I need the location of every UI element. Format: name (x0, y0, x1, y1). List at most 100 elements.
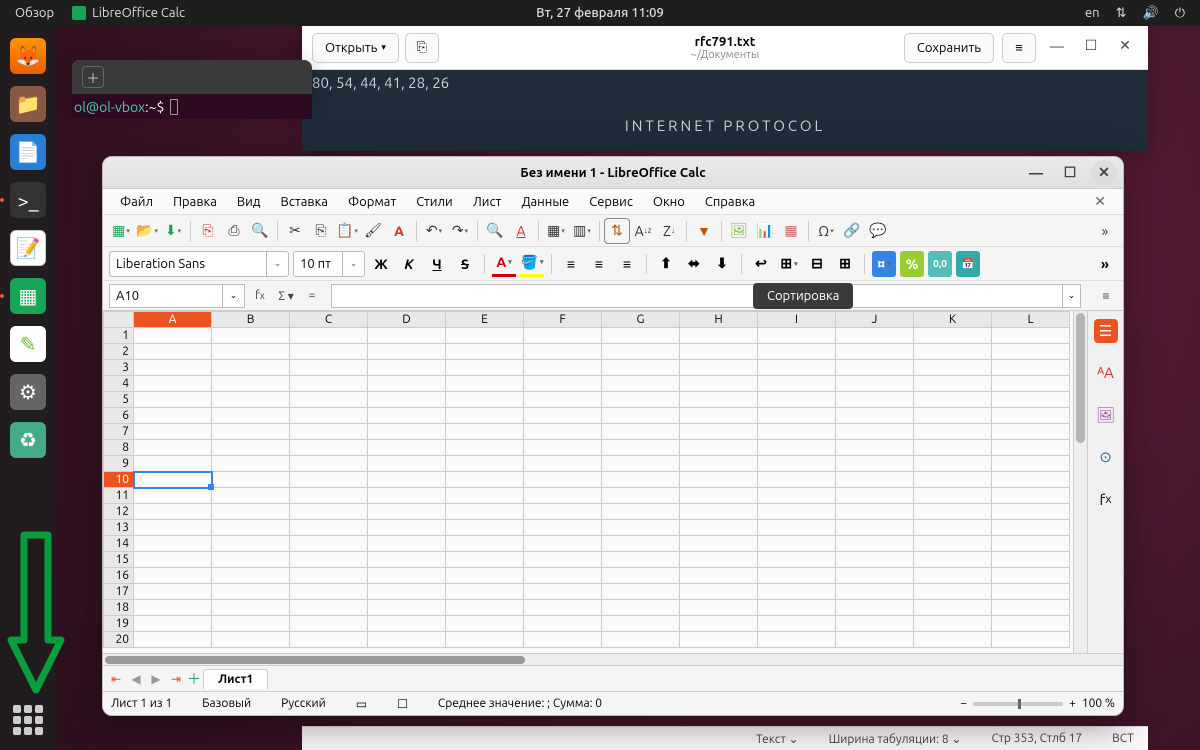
paste-button[interactable]: 📋 (335, 219, 359, 243)
row-header[interactable]: 5 (104, 392, 134, 408)
row-header[interactable]: 7 (104, 424, 134, 440)
cell[interactable] (368, 504, 446, 520)
cell[interactable] (524, 328, 602, 344)
cell[interactable] (836, 344, 914, 360)
cell[interactable] (524, 376, 602, 392)
cell[interactable] (368, 344, 446, 360)
cell[interactable] (836, 488, 914, 504)
cell[interactable] (992, 360, 1070, 376)
column-button[interactable]: ▥ (570, 219, 594, 243)
cell[interactable] (602, 424, 680, 440)
cell[interactable] (680, 360, 758, 376)
cell[interactable] (524, 488, 602, 504)
cell[interactable] (446, 424, 524, 440)
cell[interactable] (758, 344, 836, 360)
cell[interactable] (134, 360, 212, 376)
cell[interactable] (758, 600, 836, 616)
cell[interactable] (758, 632, 836, 648)
row-header[interactable]: 8 (104, 440, 134, 456)
chart-button[interactable]: 📊 (753, 219, 777, 243)
zoom-in-button[interactable]: + (1069, 697, 1076, 710)
cell[interactable] (992, 424, 1070, 440)
cell[interactable] (446, 632, 524, 648)
cell[interactable] (992, 392, 1070, 408)
menu-window[interactable]: Окно (644, 192, 694, 212)
sheet-count[interactable]: Лист 1 из 1 (111, 697, 172, 710)
cell[interactable] (134, 568, 212, 584)
cell[interactable] (524, 456, 602, 472)
cell[interactable] (914, 552, 992, 568)
cell[interactable] (212, 568, 290, 584)
cell[interactable] (446, 328, 524, 344)
cell[interactable] (602, 488, 680, 504)
clone-format-button[interactable]: 🖌 (361, 219, 385, 243)
row-header[interactable]: 4 (104, 376, 134, 392)
cell[interactable] (836, 328, 914, 344)
cell[interactable] (212, 472, 290, 488)
minimize-button[interactable]: — (1044, 33, 1070, 59)
zoom-slider[interactable] (973, 702, 1063, 706)
horizontal-scrollbar[interactable] (103, 653, 1123, 665)
language[interactable]: Русский (281, 697, 326, 710)
cell[interactable] (446, 520, 524, 536)
cell[interactable] (680, 600, 758, 616)
dock-editor[interactable]: ✎ (6, 322, 50, 366)
row-header[interactable]: 1 (104, 328, 134, 344)
cell[interactable] (446, 344, 524, 360)
sidebar-functions[interactable]: fx (1094, 487, 1118, 511)
cell[interactable] (602, 376, 680, 392)
cell[interactable] (524, 440, 602, 456)
cell[interactable] (134, 344, 212, 360)
select-all-corner[interactable] (104, 312, 134, 328)
dock-trash[interactable]: ♻ (6, 418, 50, 462)
cell[interactable] (446, 616, 524, 632)
keyboard-layout[interactable]: en (1085, 6, 1100, 20)
cell[interactable] (758, 568, 836, 584)
font-name-combo[interactable]: Liberation Sans⌄ (109, 251, 289, 277)
column-header[interactable]: I (758, 312, 836, 328)
cell[interactable] (992, 584, 1070, 600)
cell[interactable] (134, 536, 212, 552)
cell[interactable] (290, 360, 368, 376)
cell[interactable] (524, 520, 602, 536)
insert-mode-icon[interactable]: ▭ (356, 697, 367, 711)
cell[interactable] (914, 504, 992, 520)
row-header[interactable]: 11 (104, 488, 134, 504)
row-header[interactable]: 13 (104, 520, 134, 536)
cell[interactable] (290, 536, 368, 552)
cell[interactable] (992, 504, 1070, 520)
cell[interactable] (524, 632, 602, 648)
align-left-button[interactable]: ≡ (559, 251, 583, 277)
cell[interactable] (368, 408, 446, 424)
cell[interactable] (524, 504, 602, 520)
calc-titlebar[interactable]: Без имени 1 - LibreOffice Calc — ☐ ✕ (103, 157, 1123, 189)
cell[interactable] (758, 504, 836, 520)
cell[interactable] (758, 360, 836, 376)
cell[interactable] (134, 472, 212, 488)
toolbar-more[interactable]: » (1093, 219, 1117, 243)
prev-sheet-button[interactable]: ◀ (127, 672, 145, 686)
cell[interactable] (290, 584, 368, 600)
sort-button[interactable]: ⇅ (605, 219, 629, 243)
cell[interactable] (914, 360, 992, 376)
cell[interactable] (680, 392, 758, 408)
cell[interactable] (602, 584, 680, 600)
export-pdf-button[interactable]: ⎘ (196, 219, 220, 243)
cell[interactable] (446, 472, 524, 488)
date-button[interactable]: 📅 (956, 251, 980, 277)
open-button[interactable]: Открыть ▾ (312, 33, 399, 63)
cell[interactable] (212, 360, 290, 376)
unmerge-button[interactable]: ⊟ (805, 251, 829, 277)
activities-button[interactable]: Обзор (15, 6, 54, 20)
cell[interactable] (212, 616, 290, 632)
cell[interactable] (134, 520, 212, 536)
cell[interactable] (836, 376, 914, 392)
menu-file[interactable]: Файл (111, 192, 162, 212)
spellcheck-button[interactable]: A (509, 219, 533, 243)
cell[interactable] (680, 472, 758, 488)
new-doc-button[interactable]: ▦ (109, 219, 133, 243)
next-sheet-button[interactable]: ▶ (147, 672, 165, 686)
cell[interactable] (836, 456, 914, 472)
cell[interactable] (290, 600, 368, 616)
dock-files[interactable]: 📁 (6, 82, 50, 126)
